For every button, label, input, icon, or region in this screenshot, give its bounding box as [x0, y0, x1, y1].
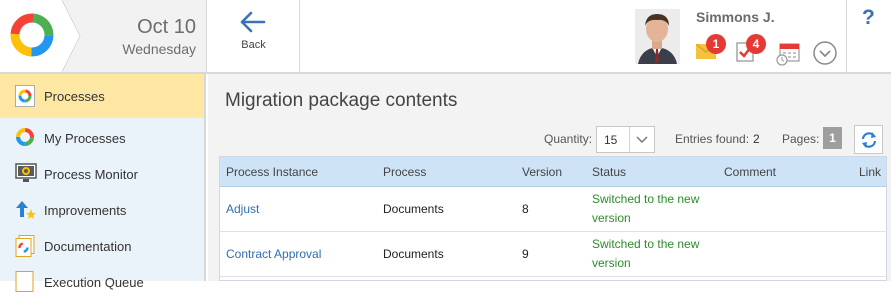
calendar-clock-icon	[776, 43, 800, 66]
column-header-process[interactable]: Process	[383, 165, 426, 179]
help-icon: ?	[862, 6, 875, 29]
help-button[interactable]: ?	[848, 0, 891, 72]
sidebar-item-label: Execution Queue	[44, 275, 144, 290]
sidebar: Processes My Processes Process Monitor I…	[0, 74, 206, 292]
contents-table: Process Instance Process Version Status …	[219, 156, 887, 281]
monitor-icon	[15, 163, 37, 182]
back-button-label: Back	[241, 39, 266, 51]
entries-found: Entries found: 2	[675, 132, 760, 146]
quantity-select[interactable]: 15	[596, 126, 655, 153]
page-number[interactable]: 1	[823, 127, 842, 149]
chevron-down-icon	[813, 41, 837, 65]
quantity-value: 15	[604, 133, 618, 147]
process-cell: Documents	[383, 202, 444, 216]
date-chevron-shape	[60, 0, 81, 72]
sidebar-item-execution-queue[interactable]: Execution Queue	[0, 263, 204, 299]
quantity-divider	[629, 127, 630, 152]
column-header-link[interactable]: Link	[859, 165, 881, 179]
tasks-count-badge: 4	[746, 34, 766, 54]
version-cell: 8	[522, 202, 529, 216]
execution-queue-icon	[15, 271, 34, 292]
table-row: Adjust Documents 8 Switched to the new v…	[220, 187, 886, 232]
table-header: Process Instance Process Version Status …	[220, 157, 886, 187]
entries-found-value: 2	[753, 132, 760, 146]
main-content: Migration package contents Quantity: 15 …	[208, 74, 891, 281]
user-name[interactable]: Simmons J.	[696, 9, 775, 25]
processes-icon	[15, 85, 35, 107]
table-row: Contract Approval Documents 9 Switched t…	[220, 232, 886, 277]
status-cell: Switched to the new version	[592, 237, 700, 270]
date-weekday: Wednesday	[122, 41, 196, 57]
sidebar-item-label: Documentation	[44, 239, 132, 254]
sidebar-item-label: Processes	[44, 89, 105, 104]
pages-label: Pages:	[782, 132, 820, 146]
process-instance-link[interactable]: Adjust	[226, 202, 259, 216]
improvements-icon	[16, 201, 36, 219]
back-button[interactable]: Back	[207, 0, 300, 72]
quantity-label: Quantity:	[544, 132, 593, 146]
process-instance-link[interactable]: Contract Approval	[226, 247, 321, 261]
sidebar-item-my-processes[interactable]: My Processes	[0, 119, 204, 155]
column-header-version[interactable]: Version	[522, 165, 562, 179]
entries-found-label: Entries found:	[675, 132, 750, 146]
refresh-icon	[861, 132, 877, 148]
sidebar-item-label: Improvements	[44, 203, 127, 218]
back-arrow-icon	[240, 11, 266, 33]
sidebar-item-label: Process Monitor	[44, 167, 138, 182]
calendar-button[interactable]	[776, 42, 800, 71]
column-header-status[interactable]: Status	[592, 165, 626, 179]
version-cell: 9	[522, 247, 529, 261]
date-day: Oct 10	[137, 16, 196, 38]
chevron-down-icon	[636, 136, 648, 144]
column-header-comment[interactable]: Comment	[724, 165, 776, 179]
page-title: Migration package contents	[225, 90, 458, 111]
my-processes-icon	[16, 128, 34, 146]
top-bar: Oct 10 Wednesday Back Simmons J. 1 4 ?	[0, 0, 891, 74]
sidebar-item-process-monitor[interactable]: Process Monitor	[0, 155, 204, 191]
avatar[interactable]	[635, 9, 680, 64]
sidebar-item-improvements[interactable]: Improvements	[0, 191, 204, 227]
user-menu-button[interactable]	[813, 41, 837, 70]
messages-count-badge: 1	[706, 34, 726, 54]
user-area: Simmons J. 1 4	[630, 0, 847, 72]
documentation-icon	[15, 235, 35, 257]
sidebar-item-documentation[interactable]: Documentation	[0, 227, 204, 263]
logo-icon	[10, 13, 54, 57]
refresh-button[interactable]	[854, 125, 883, 154]
process-cell: Documents	[383, 247, 444, 261]
status-cell: Switched to the new version	[592, 192, 700, 225]
sidebar-item-label: My Processes	[44, 131, 126, 146]
date-panel: Oct 10 Wednesday	[62, 0, 207, 72]
column-header-process-instance[interactable]: Process Instance	[226, 165, 318, 179]
sidebar-item-processes[interactable]: Processes	[0, 74, 204, 118]
